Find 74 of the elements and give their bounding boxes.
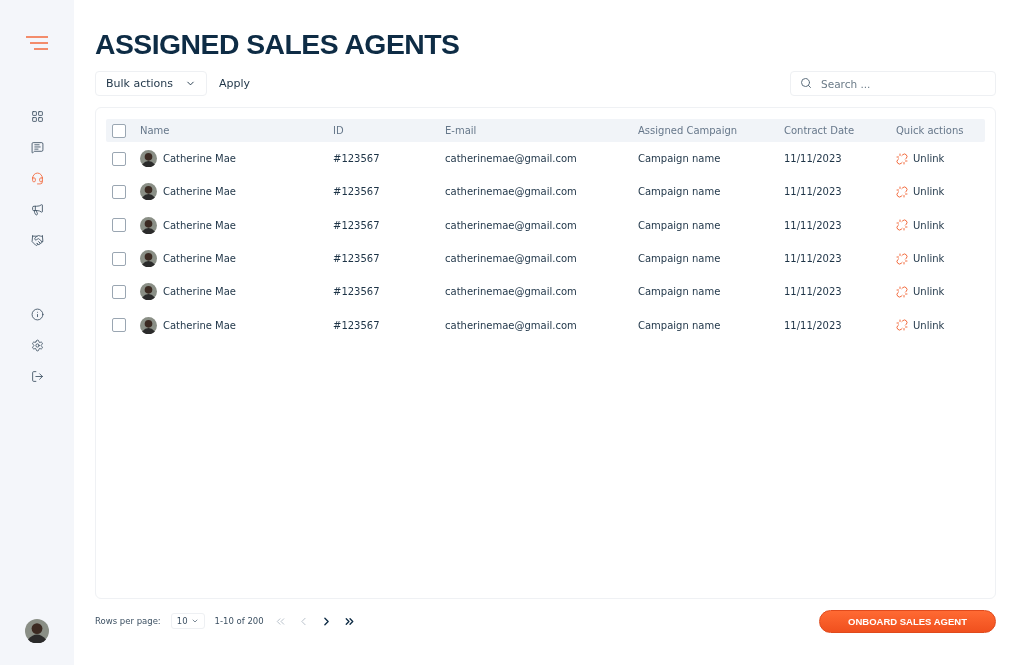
table-cell-text: Campaign name — [638, 153, 722, 165]
caret-icon — [190, 617, 199, 625]
table-cell: Catherine Mae — [163, 219, 236, 231]
table-cell-text: catherinemae@gmail.com — [445, 253, 578, 265]
agent-avatar — [140, 150, 157, 168]
table-cell-text: #123567 — [333, 286, 381, 298]
settings-icon[interactable] — [29, 337, 45, 353]
rows-per-page-select[interactable]: 10 — [170, 613, 205, 629]
unlink-button[interactable]: Unlink — [896, 219, 985, 232]
menu-icon[interactable] — [26, 36, 48, 50]
unlink-button[interactable]: Unlink — [896, 319, 985, 332]
agent-avatar — [140, 216, 157, 234]
table-cell-text: catherinemae@gmail.com — [445, 219, 578, 231]
bulk-actions-dropdown[interactable]: Bulk actions — [95, 71, 208, 96]
info-icon[interactable] — [29, 306, 45, 322]
table-cell-text: #123567 — [333, 219, 381, 231]
page-range: 1-10 of 200 — [214, 616, 264, 626]
row-checkbox[interactable] — [112, 318, 126, 333]
table-cell-text: 11/11/2023 — [784, 319, 843, 331]
rows-per-page-label: Rows per page: — [95, 616, 161, 626]
table-cell-text: #123567 — [333, 319, 381, 331]
column-header: Contract Date — [784, 125, 856, 136]
table-cell-text: catherinemae@gmail.com — [445, 186, 578, 198]
row-checkbox[interactable] — [112, 251, 126, 266]
apply-button[interactable]: Apply — [219, 73, 251, 94]
unlink-button[interactable]: Unlink — [896, 152, 985, 165]
table-cell: Catherine Mae — [163, 153, 236, 165]
table-cell-text: Campaign name — [638, 319, 722, 331]
handshake-icon[interactable] — [29, 232, 45, 248]
megaphone-icon[interactable] — [29, 201, 45, 217]
unlink-button[interactable]: Unlink — [896, 252, 985, 265]
table-cell-text: Campaign name — [638, 186, 722, 198]
row-checkbox[interactable] — [112, 151, 126, 166]
table-cell-text: catherinemae@gmail.com — [445, 319, 578, 331]
row-checkbox[interactable] — [112, 284, 126, 299]
table-cell-text: catherinemae@gmail.com — [445, 286, 578, 298]
agent-avatar — [140, 250, 157, 268]
table-cell-text: 11/11/2023 — [784, 219, 843, 231]
row-checkbox[interactable] — [112, 218, 126, 233]
table-cell-text: 11/11/2023 — [784, 253, 843, 265]
column-header: E-mail — [445, 125, 478, 136]
page-title: ASSIGNED SALES AGENTS — [95, 30, 461, 61]
headset-icon[interactable] — [29, 170, 45, 186]
table-cell-text: catherinemae@gmail.com — [445, 153, 578, 165]
row-checkbox[interactable] — [112, 184, 126, 199]
agent-avatar — [140, 316, 157, 334]
table-cell-text: #123567 — [333, 253, 381, 265]
dashboard-icon[interactable] — [29, 108, 45, 124]
table-cell-text: 11/11/2023 — [784, 286, 843, 298]
table-cell: Catherine Mae — [163, 186, 236, 198]
unlink-button[interactable]: Unlink — [896, 285, 985, 298]
agent-avatar — [140, 283, 157, 301]
table-cell-text: Campaign name — [638, 253, 722, 265]
agent-avatar — [140, 183, 157, 201]
search-icon — [800, 77, 812, 89]
logout-icon[interactable] — [29, 368, 45, 384]
select-all-checkbox[interactable] — [112, 123, 126, 138]
table-cell: Catherine Mae — [163, 286, 236, 298]
table-cell: Catherine Mae — [163, 253, 236, 265]
messages-icon[interactable] — [29, 139, 45, 155]
column-header: Name — [140, 125, 171, 136]
table-cell-text: 11/11/2023 — [784, 186, 843, 198]
table-cell-text: 11/11/2023 — [784, 153, 843, 165]
table-cell: Catherine Mae — [163, 319, 236, 331]
table-cell-text: #123567 — [333, 186, 381, 198]
column-header: Quick actions — [896, 125, 965, 136]
user-avatar — [25, 619, 49, 643]
table-cell-text: Campaign name — [638, 286, 722, 298]
table-cell-text: #123567 — [333, 153, 381, 165]
search-field[interactable]: Search ... — [790, 71, 996, 96]
table-cell-text: Campaign name — [638, 219, 722, 231]
column-header: Assigned Campaign — [638, 125, 739, 136]
column-header: ID — [333, 125, 345, 136]
unlink-button[interactable]: Unlink — [896, 185, 985, 198]
